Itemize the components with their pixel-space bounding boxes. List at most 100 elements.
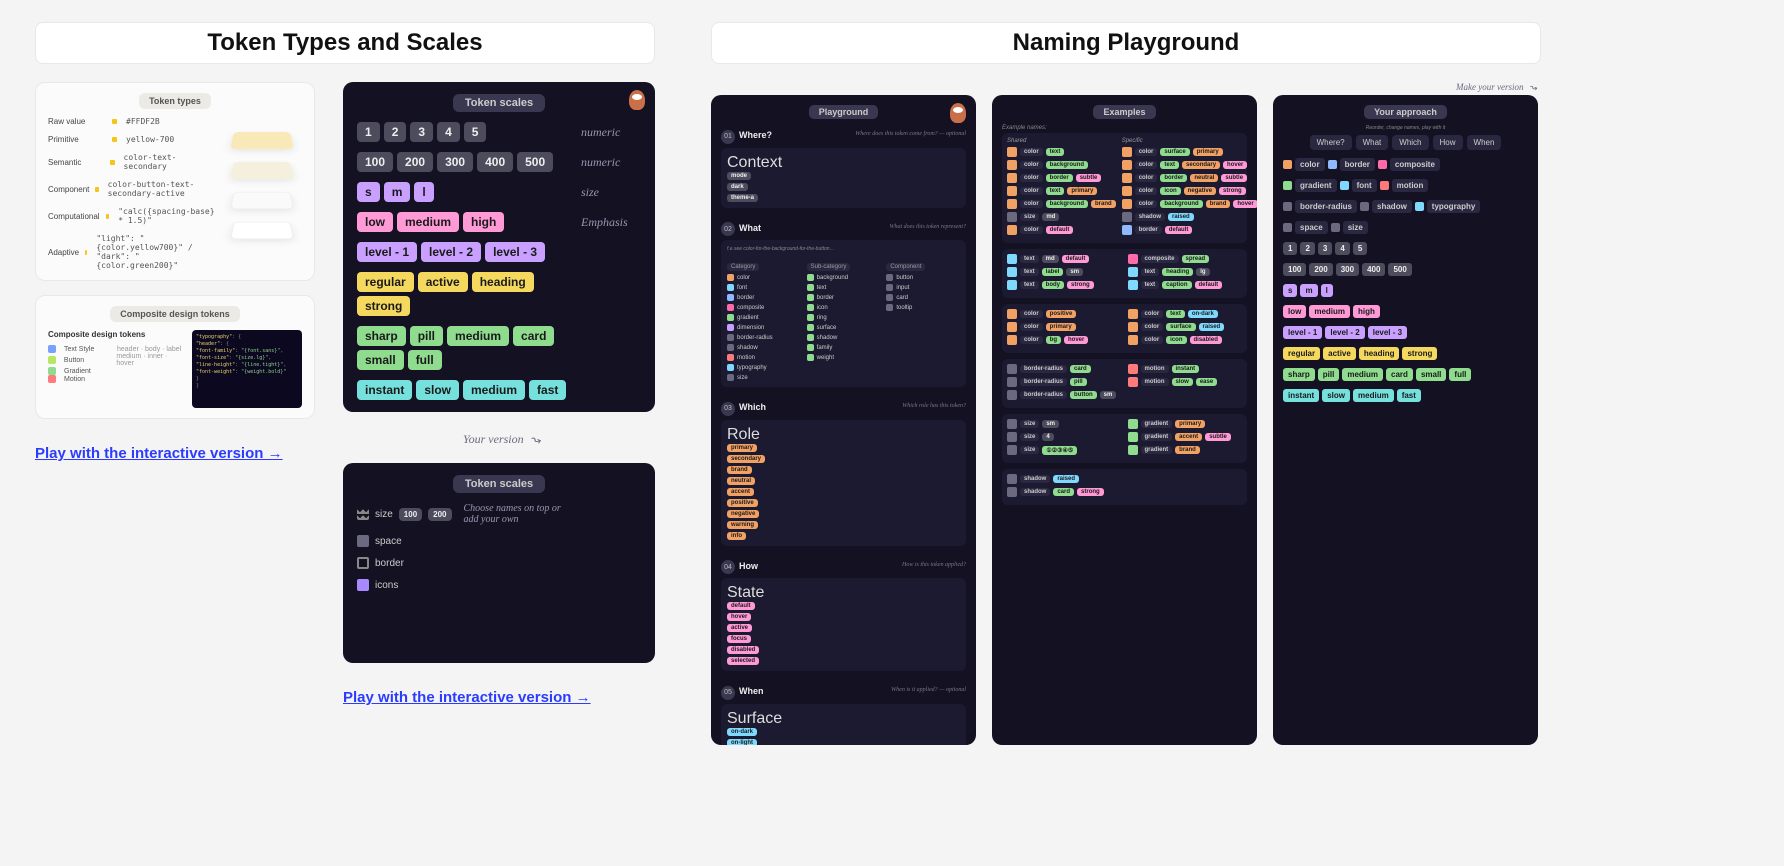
scale-chip[interactable]: full <box>408 350 442 370</box>
category-item[interactable]: background <box>807 274 881 281</box>
category-item[interactable]: ring <box>807 314 881 321</box>
scale-chip[interactable]: card <box>513 326 554 346</box>
approach-category-chip[interactable]: size <box>1343 221 1368 234</box>
category-item[interactable]: card <box>886 294 960 301</box>
scale-chip[interactable]: 5 <box>464 122 487 142</box>
category-item[interactable]: dimension <box>727 324 801 331</box>
scale-chip[interactable]: strong <box>357 296 410 316</box>
option-item[interactable]: mode <box>727 172 960 180</box>
option-item[interactable]: on-dark <box>727 728 960 736</box>
approach-scale-chip[interactable]: level - 1 <box>1283 326 1322 339</box>
scale-chip[interactable]: 200 <box>397 152 433 172</box>
approach-tab[interactable]: When <box>1467 135 1502 150</box>
category-item[interactable]: input <box>886 284 960 291</box>
scale-chip[interactable]: instant <box>357 380 412 400</box>
approach-scale-chip[interactable]: slow <box>1322 389 1350 402</box>
category-item[interactable]: border <box>727 294 801 301</box>
option-item[interactable]: warning <box>727 521 960 529</box>
scale-chip[interactable]: small <box>357 350 404 370</box>
approach-scale-chip[interactable]: pill <box>1318 368 1340 381</box>
scale-chip[interactable]: medium <box>397 212 459 232</box>
category-item[interactable]: motion <box>727 354 801 361</box>
approach-scale-chip[interactable]: l <box>1321 284 1333 297</box>
option-item[interactable]: negative <box>727 510 960 518</box>
option-item[interactable]: info <box>727 532 960 540</box>
scale-chip[interactable]: s <box>357 182 380 202</box>
category-item[interactable]: tooltip <box>886 304 960 311</box>
scale-chip[interactable]: 200 <box>428 508 451 521</box>
approach-scale-chip[interactable]: medium <box>1309 305 1350 318</box>
option-item[interactable]: hover <box>727 613 960 621</box>
approach-scale-chip[interactable]: 500 <box>1388 263 1411 276</box>
approach-scale-chip[interactable]: low <box>1283 305 1306 318</box>
approach-scale-chip[interactable]: s <box>1283 284 1297 297</box>
approach-category-chip[interactable]: border <box>1340 158 1375 171</box>
approach-category-chip[interactable]: font <box>1352 179 1377 192</box>
option-item[interactable]: neutral <box>727 477 960 485</box>
category-item[interactable]: text <box>807 284 881 291</box>
category-item[interactable]: surface <box>807 324 881 331</box>
approach-scale-chip[interactable]: high <box>1353 305 1380 318</box>
category-item[interactable]: weight <box>807 354 881 361</box>
scale-chip[interactable]: 3 <box>410 122 433 142</box>
scale-chip[interactable]: 500 <box>517 152 553 172</box>
scale-chip[interactable]: level - 2 <box>421 242 481 262</box>
scale-chip[interactable]: sharp <box>357 326 406 346</box>
option-item[interactable]: theme-a <box>727 194 960 202</box>
approach-scale-chip[interactable]: sharp <box>1283 368 1315 381</box>
approach-category-chip[interactable]: space <box>1295 221 1328 234</box>
approach-scale-chip[interactable]: instant <box>1283 389 1319 402</box>
option-item[interactable]: active <box>727 624 960 632</box>
approach-tab[interactable]: How <box>1433 135 1463 150</box>
approach-scale-chip[interactable]: fast <box>1397 389 1421 402</box>
option-item[interactable]: dark <box>727 183 960 191</box>
option-item[interactable]: secondary <box>727 455 960 463</box>
approach-scale-chip[interactable]: level - 2 <box>1325 326 1364 339</box>
approach-tab[interactable]: Where? <box>1310 135 1352 150</box>
scale-chip[interactable]: medium <box>463 380 525 400</box>
category-item[interactable]: typography <box>727 364 801 371</box>
scale-chip[interactable]: 400 <box>477 152 513 172</box>
scale-chip[interactable]: heading <box>472 272 534 292</box>
approach-scale-chip[interactable]: small <box>1416 368 1446 381</box>
category-item[interactable]: composite <box>727 304 801 311</box>
approach-scale-chip[interactable]: full <box>1449 368 1471 381</box>
approach-scale-chip[interactable]: 3 <box>1318 242 1332 255</box>
approach-scale-chip[interactable]: 300 <box>1336 263 1359 276</box>
approach-scale-chip[interactable]: active <box>1323 347 1356 360</box>
option-item[interactable]: primary <box>727 444 960 452</box>
approach-scale-chip[interactable]: 400 <box>1362 263 1385 276</box>
approach-scale-chip[interactable]: 5 <box>1353 242 1367 255</box>
category-item[interactable]: size <box>727 374 801 381</box>
approach-scale-chip[interactable]: 4 <box>1335 242 1349 255</box>
approach-scale-chip[interactable]: m <box>1300 284 1317 297</box>
editable-scale-row[interactable]: icons <box>357 579 641 591</box>
approach-category-chip[interactable]: typography <box>1427 200 1481 213</box>
approach-category-chip[interactable]: motion <box>1392 179 1429 192</box>
scale-chip[interactable]: 2 <box>384 122 407 142</box>
scale-chip[interactable]: regular <box>357 272 414 292</box>
category-item[interactable]: shadow <box>727 344 801 351</box>
scale-chip[interactable]: pill <box>410 326 443 346</box>
option-item[interactable]: on-light <box>727 739 960 746</box>
scale-chip[interactable]: fast <box>529 380 566 400</box>
scale-chip[interactable]: active <box>418 272 468 292</box>
play-link-2[interactable]: Play with the interactive version → <box>343 689 655 706</box>
scale-chip[interactable]: l <box>414 182 433 202</box>
option-item[interactable]: accent <box>727 488 960 496</box>
category-item[interactable]: button <box>886 274 960 281</box>
approach-tab[interactable]: Which <box>1392 135 1428 150</box>
approach-scale-chip[interactable]: medium <box>1342 368 1383 381</box>
scale-chip[interactable]: 1 <box>357 122 380 142</box>
category-item[interactable]: shadow <box>807 334 881 341</box>
approach-category-chip[interactable]: color <box>1295 158 1325 171</box>
category-item[interactable]: color <box>727 274 801 281</box>
approach-scale-chip[interactable]: regular <box>1283 347 1320 360</box>
category-item[interactable]: font <box>727 284 801 291</box>
scale-chip[interactable]: 100 <box>357 152 393 172</box>
option-item[interactable]: selected <box>727 657 960 665</box>
approach-scale-chip[interactable]: 2 <box>1300 242 1314 255</box>
scale-chip[interactable]: slow <box>416 380 459 400</box>
category-item[interactable]: icon <box>807 304 881 311</box>
category-item[interactable]: gradient <box>727 314 801 321</box>
